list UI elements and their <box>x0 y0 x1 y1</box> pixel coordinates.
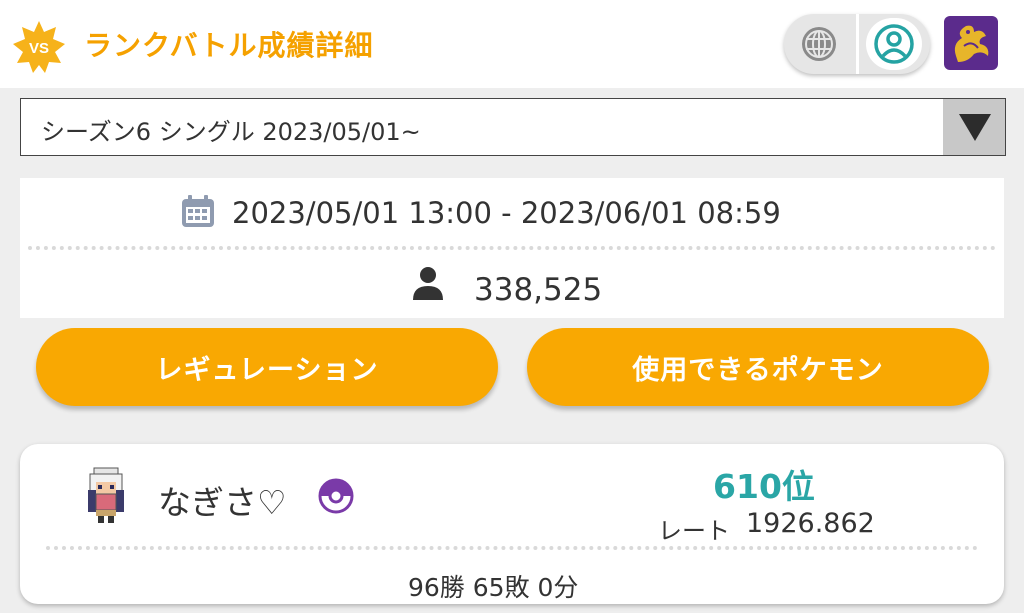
season-select-value: シーズン6 シングル 2023/05/01~ <box>41 118 421 146</box>
divider <box>28 246 996 250</box>
season-dropdown-button[interactable] <box>943 99 1005 155</box>
player-card[interactable]: なぎさ♡ 610位 レート 1926.862 96勝 65敗 0分 <box>20 444 1004 604</box>
season-select[interactable]: シーズン6 シングル 2023/05/01~ <box>20 98 1006 156</box>
page-title: ランクバトル成績詳細 <box>84 29 374 62</box>
toggle-divider <box>856 14 859 74</box>
dropdown-arrow-icon <box>959 114 991 141</box>
season-period: 2023/05/01 13:00 - 2023/06/01 08:59 <box>232 196 781 230</box>
dragon-logo-icon <box>954 25 989 63</box>
regulation-button[interactable]: レギュレーション <box>36 328 498 406</box>
calendar-icon <box>182 195 214 227</box>
person-icon <box>413 267 443 300</box>
svg-text:VS: VS <box>29 40 49 57</box>
profile-button[interactable] <box>866 18 922 70</box>
app-logo[interactable] <box>944 16 998 70</box>
globe-icon[interactable] <box>796 22 842 66</box>
poke-ball-icon <box>318 478 354 514</box>
app-header: VS ランクバトル成績詳細 <box>0 0 1024 88</box>
trainer-sprite-icon <box>88 467 124 523</box>
season-info-card: 2023/05/01 13:00 - 2023/06/01 08:59 338,… <box>20 178 1004 318</box>
rate-label: レート <box>658 517 730 545</box>
rate-value: 1926.862 <box>746 508 875 539</box>
usable-pokemon-button[interactable]: 使用できるポケモン <box>527 328 989 406</box>
player-count: 338,525 <box>474 272 603 308</box>
win-loss-record: 96勝 65敗 0分 <box>408 573 579 602</box>
divider <box>46 546 978 550</box>
profile-icon <box>874 24 914 64</box>
vs-badge-icon: VS <box>13 21 65 73</box>
player-name: なぎさ♡ <box>158 483 287 522</box>
rank: 610位 <box>713 467 815 506</box>
view-toggle[interactable] <box>784 14 930 74</box>
